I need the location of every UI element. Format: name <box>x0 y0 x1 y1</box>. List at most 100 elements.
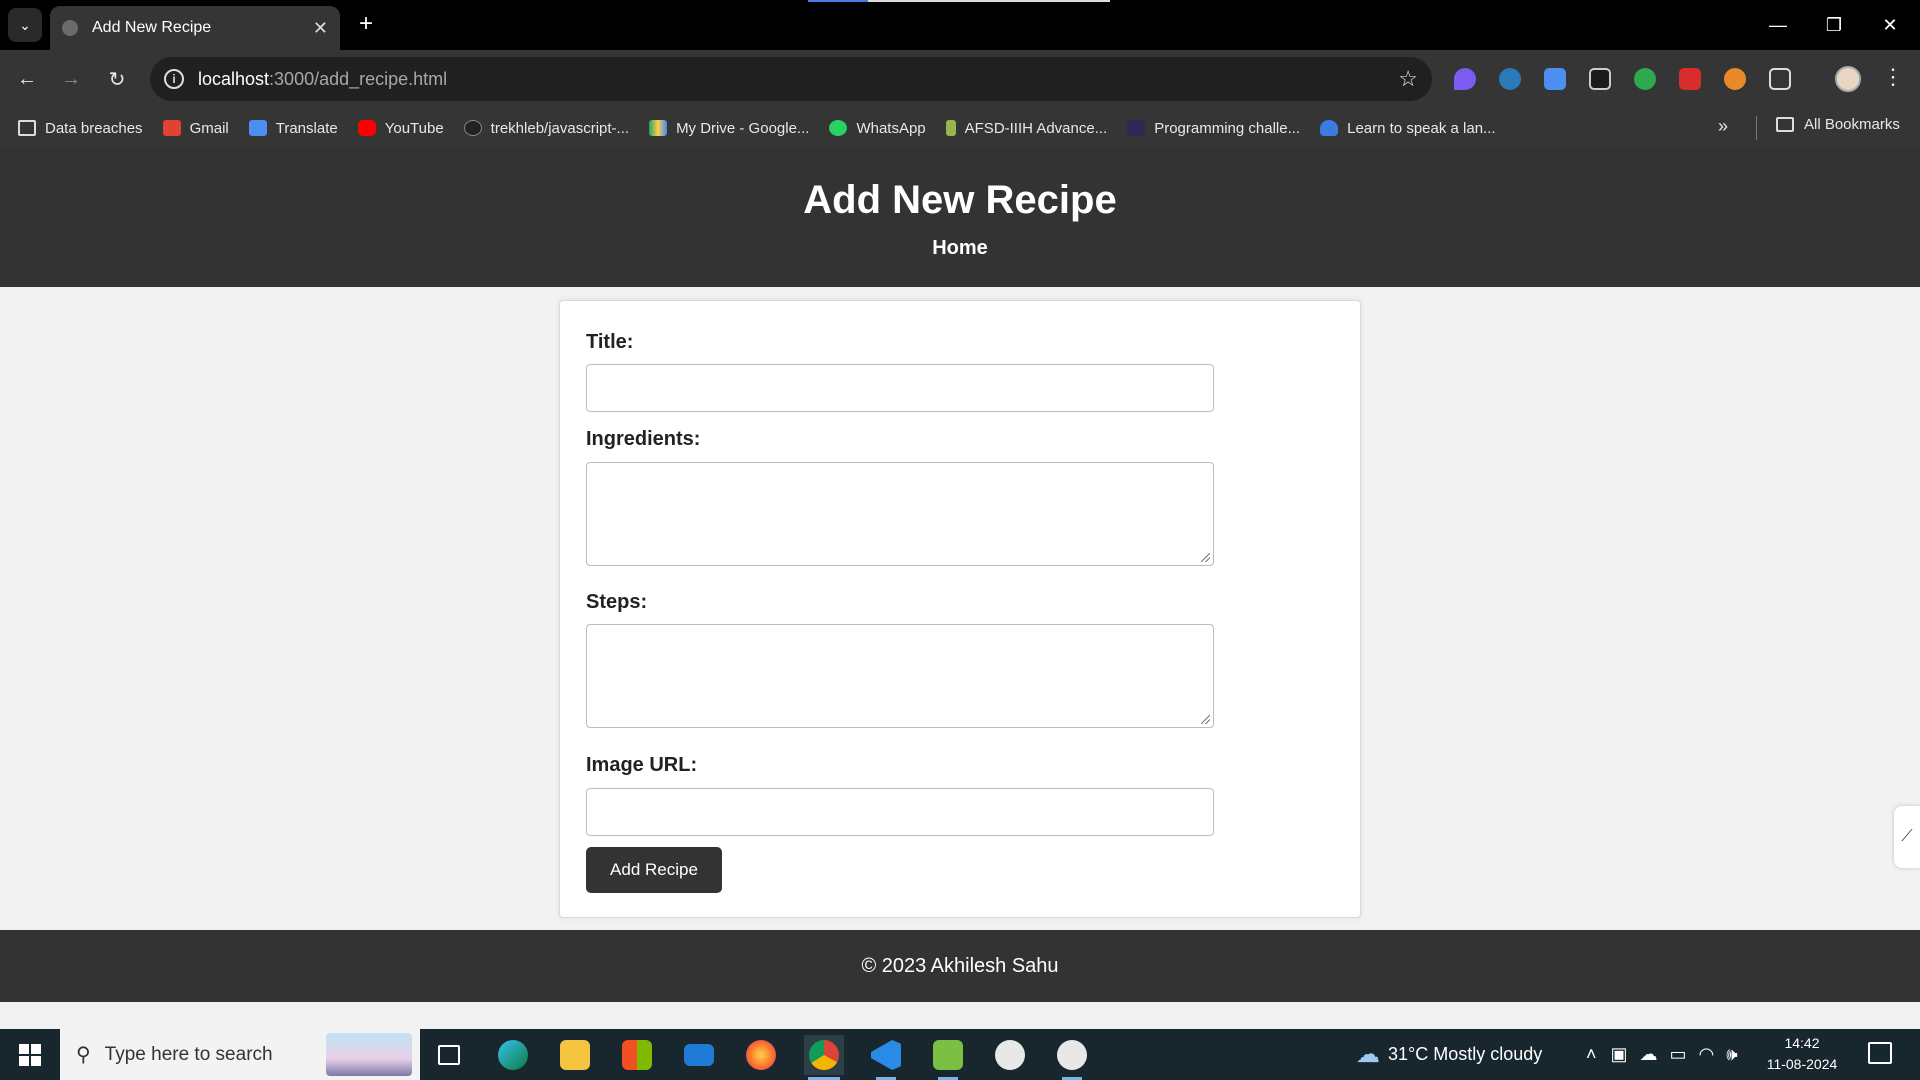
firefox-icon <box>746 1040 776 1070</box>
speaker-icon[interactable]: 🕪 <box>1726 1044 1737 1065</box>
add-recipe-button[interactable]: Add Recipe <box>586 847 722 893</box>
all-bookmarks-button[interactable]: All Bookmarks <box>1776 116 1900 133</box>
site-icon <box>1320 120 1339 136</box>
bookmark-item[interactable]: YouTube <box>357 119 444 137</box>
folder-icon <box>1776 117 1794 132</box>
profile-avatar[interactable] <box>1835 66 1861 92</box>
windows-logo-icon <box>19 1043 41 1066</box>
sidebar-icon: ⟋ <box>1901 828 1913 845</box>
wifi-icon[interactable]: ◠ <box>1699 1044 1715 1065</box>
search-icon: ⚲ <box>76 1044 91 1066</box>
app-icon <box>1057 1040 1087 1070</box>
close-icon[interactable]: ✕ <box>313 18 328 39</box>
bookmark-item[interactable]: AFSD-IIIH Advance... <box>945 120 1107 137</box>
title-input[interactable] <box>586 364 1214 412</box>
taskbar-app-notepad[interactable] <box>928 1035 968 1080</box>
onedrive-icon[interactable]: ☁ <box>1640 1044 1658 1065</box>
steps-label: Steps: <box>586 591 648 613</box>
extension-icon[interactable] <box>1499 68 1521 90</box>
bookmarks-overflow-icon[interactable]: » <box>1718 116 1728 137</box>
site-info-icon[interactable]: i <box>164 69 184 89</box>
taskbar-app-store[interactable] <box>617 1035 657 1075</box>
bookmark-item[interactable]: My Drive - Google... <box>649 120 809 137</box>
tab-search-button[interactable]: ⌄ <box>8 8 42 42</box>
bookmark-label: YouTube <box>384 119 444 137</box>
chrome-icon <box>809 1040 839 1070</box>
ingredients-textarea[interactable] <box>586 462 1214 566</box>
loading-indicator <box>808 0 1110 2</box>
battery-icon[interactable]: ▭ <box>1670 1044 1687 1065</box>
image-url-input[interactable] <box>586 788 1214 836</box>
globe-icon <box>62 20 78 36</box>
extension-icon[interactable] <box>1634 68 1656 90</box>
url-path: :3000/add_recipe.html <box>269 68 448 89</box>
taskbar-app-chrome[interactable] <box>804 1035 844 1080</box>
taskbar-app-mongodb[interactable] <box>990 1035 1030 1075</box>
search-highlight-image <box>326 1033 412 1076</box>
notification-icon[interactable] <box>1868 1042 1892 1064</box>
weather-widget[interactable]: ☁ 31°C Mostly cloudy <box>1356 1029 1542 1080</box>
extension-icon[interactable] <box>1589 68 1611 90</box>
browser-toolbar: ← → ↻ i localhost :3000/add_recipe.html … <box>0 50 1920 108</box>
minimize-button[interactable]: — <box>1756 8 1800 42</box>
extension-icon[interactable] <box>1724 68 1746 90</box>
taskbar-app-explorer[interactable] <box>555 1035 595 1075</box>
forward-button[interactable]: → <box>56 64 86 94</box>
taskbar-search[interactable]: ⚲ Type here to search <box>60 1029 420 1080</box>
steps-textarea[interactable] <box>586 624 1214 728</box>
bookmark-star-icon[interactable]: ☆ <box>1398 66 1418 92</box>
extension-icon[interactable] <box>1544 68 1566 90</box>
browser-tab-active[interactable]: Add New Recipe ✕ <box>50 6 340 50</box>
task-view-icon <box>438 1045 460 1065</box>
image-url-label: Image URL: <box>586 754 698 776</box>
window-close-button[interactable]: ✕ <box>1868 8 1912 42</box>
site-footer: © 2023 Akhilesh Sahu <box>0 930 1920 1002</box>
notepad-icon <box>933 1040 963 1070</box>
new-tab-button[interactable]: + <box>352 10 380 38</box>
taskbar-app-mail[interactable] <box>679 1035 719 1075</box>
title-label: Title: <box>586 331 634 353</box>
bookmark-label: Programming challe... <box>1154 119 1301 137</box>
bookmark-item[interactable]: Programming challe... <box>1127 120 1300 137</box>
bookmark-label: Gmail <box>189 119 229 137</box>
gmail-icon <box>162 120 181 136</box>
bookmark-label: My Drive - Google... <box>676 119 810 137</box>
taskbar-app-firefox[interactable] <box>741 1035 781 1075</box>
chevron-down-icon: ⌄ <box>19 16 31 33</box>
taskbar-app-edge[interactable] <box>493 1035 533 1075</box>
address-bar[interactable]: i localhost :3000/add_recipe.html ☆ <box>150 57 1432 101</box>
taskbar-app-vscode[interactable] <box>866 1035 906 1080</box>
mail-icon <box>684 1044 714 1066</box>
start-button[interactable] <box>0 1029 60 1080</box>
task-view-button[interactable] <box>429 1035 469 1075</box>
search-placeholder: Type here to search <box>104 1043 273 1065</box>
extension-icon[interactable] <box>1679 68 1701 90</box>
bookmark-item[interactable]: Learn to speak a lan... <box>1320 120 1496 137</box>
bookmark-label: WhatsApp <box>856 119 926 137</box>
bookmark-item[interactable]: WhatsApp <box>829 119 926 137</box>
reload-button[interactable]: ↻ <box>102 64 132 94</box>
all-bookmarks-label: All Bookmarks <box>1804 116 1900 133</box>
resize-handle-icon[interactable] <box>1201 715 1210 724</box>
site-icon <box>945 120 956 136</box>
app-icon <box>995 1040 1025 1070</box>
bookmark-item[interactable]: Translate <box>248 120 338 137</box>
ingredients-label: Ingredients: <box>586 428 701 450</box>
extension-icon[interactable] <box>1454 68 1476 90</box>
taskbar-clock[interactable]: 14:42 11-08-2024 <box>1760 1033 1844 1075</box>
chevron-up-icon[interactable]: ˄ <box>1586 1044 1597 1065</box>
side-panel-toggle[interactable]: ⟋ <box>1894 806 1920 868</box>
bookmark-item[interactable]: Data breaches <box>18 120 143 137</box>
youtube-icon <box>357 120 376 136</box>
back-button[interactable]: ← <box>12 64 42 94</box>
bookmark-item[interactable]: Gmail <box>162 119 229 137</box>
meet-icon[interactable]: ▣ <box>1611 1044 1628 1065</box>
resize-handle-icon[interactable] <box>1201 553 1210 562</box>
taskbar-app-mongodb-2[interactable] <box>1052 1035 1092 1080</box>
menu-kebab-icon[interactable]: ⋮ <box>1882 64 1904 90</box>
extensions-puzzle-icon[interactable] <box>1769 68 1791 90</box>
bookmark-item[interactable]: trekhleb/javascript-... <box>463 120 629 137</box>
restore-button[interactable]: ❐ <box>1812 8 1856 42</box>
nav-home-link[interactable]: Home <box>932 237 988 260</box>
footer-copyright: © 2023 Akhilesh Sahu <box>861 954 1059 977</box>
